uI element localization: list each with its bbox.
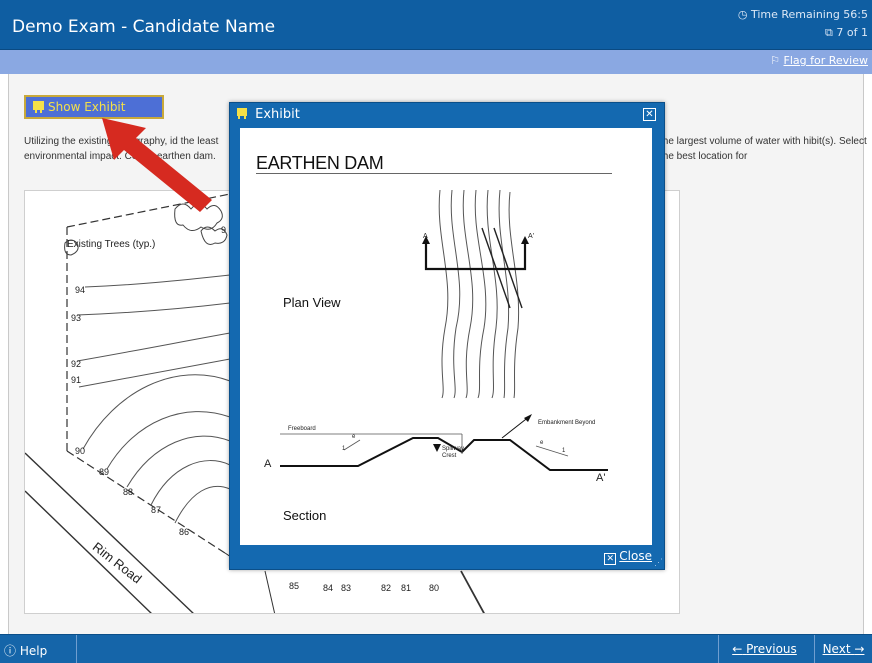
- exam-title: Demo Exam - Candidate Name: [12, 17, 276, 37]
- resize-grip-icon[interactable]: ⋰: [654, 557, 663, 568]
- clock-icon: ◷: [737, 8, 748, 21]
- slope-rise-left: e: [352, 434, 356, 440]
- close-label: Close: [619, 549, 652, 563]
- pages-icon: ⧉: [825, 26, 833, 39]
- close-icon: ✕: [604, 553, 617, 565]
- contour-label-87: 87: [151, 505, 162, 515]
- plan-marker-a-prime: A': [528, 233, 535, 240]
- slope-rise-right: e: [540, 440, 544, 446]
- previous-label: Previous: [746, 642, 797, 656]
- slope-run-right: 1: [562, 448, 566, 454]
- time-remaining-text: Time Remaining 56:5: [750, 8, 868, 21]
- help-button[interactable]: ⓘ Help: [4, 642, 47, 659]
- contour-label-80: 80: [429, 583, 440, 593]
- contour-label-91: 91: [71, 375, 82, 385]
- arrow-left-icon: ←: [732, 642, 743, 656]
- question-text-right: the largest volume of water with hibit(s…: [660, 136, 867, 162]
- existing-trees-label: Existing Trees (typ.): [67, 239, 156, 250]
- exhibit-title-text: Exhibit: [255, 107, 300, 122]
- contour-label-92: 92: [71, 359, 82, 369]
- exhibit-content: EARTHEN DAM Plan View Section A A' A A' …: [240, 128, 652, 545]
- freeboard-label: Freeboard: [288, 426, 316, 432]
- flag-for-review-label: Flag for Review: [783, 54, 868, 67]
- close-icon[interactable]: ✕: [643, 108, 656, 121]
- help-icon: ⓘ: [4, 644, 17, 658]
- contour-label-93: 93: [71, 313, 82, 323]
- exam-header: Demo Exam - Candidate Name ◷ Time Remain…: [0, 0, 872, 50]
- footer-divider: [76, 635, 77, 663]
- time-remaining: ◷ Time Remaining 56:5: [738, 8, 868, 21]
- contour-label-90: 90: [75, 446, 86, 456]
- contour-label-83: 83: [341, 583, 352, 593]
- contour-label-94: 94: [75, 285, 86, 295]
- section-marker-a-prime: A': [596, 472, 606, 484]
- section-label: Section: [283, 508, 327, 523]
- section-marker-a: A: [264, 458, 272, 470]
- previous-button[interactable]: ← Previous: [718, 635, 810, 663]
- question-progress-text: 7 of 1: [836, 26, 868, 39]
- next-label: Next: [822, 642, 851, 656]
- plan-marker-a: A: [423, 233, 428, 240]
- exhibit-window-title[interactable]: Exhibit: [236, 107, 300, 122]
- flag-icon: ⚐: [770, 54, 781, 67]
- toolbar: [0, 50, 872, 74]
- contour-label-82: 82: [381, 583, 392, 593]
- slope-run-left: 1: [342, 446, 346, 452]
- contour-label-84: 84: [323, 583, 334, 593]
- earthen-dam-drawing: [280, 189, 608, 471]
- arrow-right-icon: →: [854, 642, 865, 656]
- flag-for-review-button[interactable]: ⚐ Flag for Review: [770, 54, 868, 67]
- exhibit-icon: [237, 108, 247, 119]
- exam-footer: ⓘ Help ← Previous Next →: [0, 634, 872, 663]
- question-progress: ⧉ 7 of 1: [825, 26, 868, 40]
- red-pointer-arrow-icon: [102, 118, 212, 212]
- contour-label-88: 88: [123, 487, 134, 497]
- plan-view-label: Plan View: [283, 295, 341, 310]
- contour-label-partial: 9: [221, 225, 227, 235]
- next-button[interactable]: Next →: [814, 635, 872, 663]
- contour-label-86: 86: [179, 527, 190, 537]
- show-exhibit-label: Show Exhibit: [48, 100, 126, 114]
- help-label: Help: [19, 644, 48, 658]
- contour-label-85: 85: [289, 581, 300, 591]
- exhibit-window: Exhibit ✕ EARTHEN DAM Plan View Section …: [229, 102, 665, 570]
- contour-label-89: 89: [99, 467, 110, 477]
- spillway-label: Spillway Crest: [442, 446, 465, 459]
- contour-label-81: 81: [401, 583, 412, 593]
- embankment-label: Embankment Beyond: [538, 420, 596, 426]
- exhibit-icon: [33, 101, 44, 113]
- exhibit-close-button[interactable]: ✕ Close: [604, 549, 652, 565]
